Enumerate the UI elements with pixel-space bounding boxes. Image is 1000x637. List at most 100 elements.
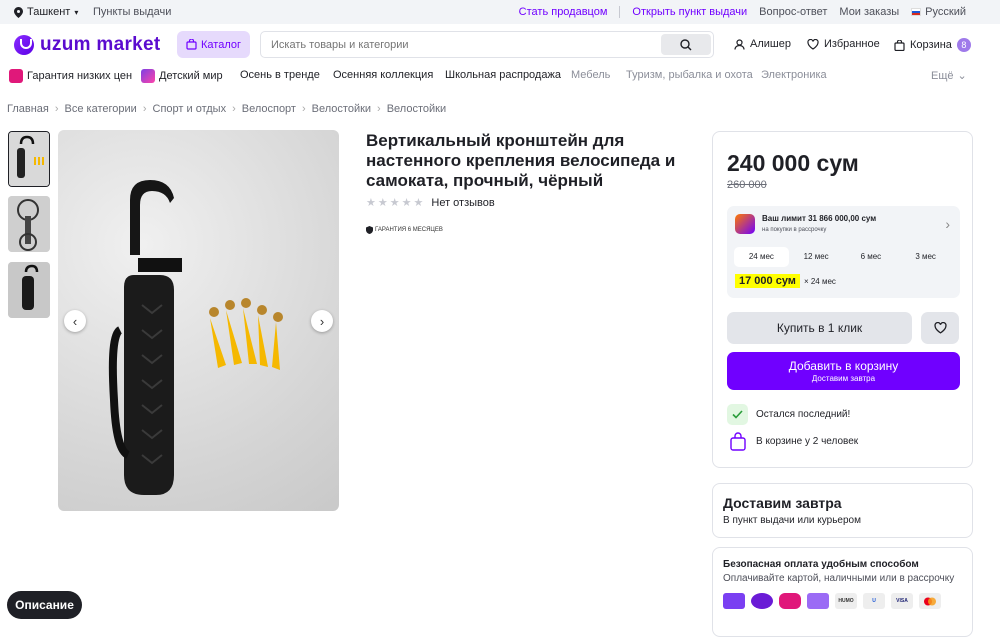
favorites-link[interactable]: Избранное [807, 38, 880, 50]
installment-panel: Ваш лимит 31 866 000,00 сум на покупки в… [727, 206, 960, 298]
uzum-logo-icon [14, 35, 34, 55]
chevron-right-icon[interactable]: › [945, 216, 950, 232]
breadcrumb: Главная › Все категории › Спорт и отдых › В… [7, 103, 446, 115]
breadcrumb-item[interactable]: Спорт и отдых [153, 103, 227, 115]
breadcrumb-item[interactable]: Главная [7, 103, 49, 115]
bike-on-wall-image [8, 196, 50, 252]
breadcrumb-separator: › [377, 103, 381, 115]
language-label: Русский [925, 6, 966, 18]
breadcrumb-separator: › [54, 103, 59, 115]
star-icon: ★ [377, 197, 388, 209]
mastercard-icon [919, 593, 941, 609]
product-main-image [58, 130, 339, 511]
category-tourism[interactable]: Туризм, рыбалка и охота [626, 69, 753, 81]
category-furniture[interactable]: Мебель [571, 69, 610, 81]
bike-hook-image [9, 132, 49, 186]
cart-bag-icon [894, 39, 905, 51]
more-categories-button[interactable]: Ещё ⌄ [931, 69, 967, 83]
category-school-sale[interactable]: Школьная распродажа [445, 69, 561, 81]
divider [619, 6, 621, 18]
stock-status-text: Остался последний! [756, 409, 851, 420]
add-to-favorites-button[interactable] [921, 312, 959, 344]
breadcrumb-item[interactable]: Велоспорт [242, 103, 296, 115]
category-low-price[interactable]: Гарантия низких цен [9, 69, 132, 83]
category-autumn-collection[interactable]: Осенняя коллекция [333, 69, 433, 81]
user-icon [734, 38, 745, 50]
term-tab-12[interactable]: 12 мес [789, 247, 844, 267]
search-input[interactable] [261, 32, 651, 57]
reviews-count: Нет отзывов [431, 196, 495, 209]
rating[interactable]: ★ ★ ★ ★ ★ Нет отзывов [366, 196, 495, 210]
next-image-button[interactable]: › [311, 310, 333, 332]
uzum-nasiya-icon [751, 593, 773, 609]
category-electronics[interactable]: Электроника [761, 69, 827, 81]
search-bar [260, 31, 714, 58]
cart-popularity-text: В корзине у 2 человек [756, 436, 859, 447]
product-thumbnail[interactable] [8, 131, 50, 187]
category-label: Детский мир [159, 70, 223, 82]
term-tab-6[interactable]: 6 мес [844, 247, 899, 267]
payment-subtitle: Оплачивайте картой, наличными или в расс… [723, 573, 955, 584]
monthly-payment: 17 000 сум × 24 мес [735, 274, 836, 288]
price-card: 240 000 сум 260 000 Ваш лимит 31 866 000… [712, 131, 973, 468]
buy-one-click-button[interactable]: Купить в 1 клик [727, 312, 912, 344]
category-kids-world[interactable]: Детский мир [141, 69, 223, 83]
delivery-title: Доставим завтра [723, 495, 842, 511]
product-thumbnail[interactable] [8, 262, 50, 318]
product-thumbnail[interactable] [8, 196, 50, 252]
search-button[interactable] [661, 34, 711, 55]
monthly-term: × 24 мес [803, 276, 836, 286]
limit-subtitle: на покупки в рассрочку [762, 227, 827, 233]
description-button[interactable]: Описание [7, 591, 82, 619]
breadcrumb-separator: › [301, 103, 306, 115]
chevron-right-icon: › [319, 313, 325, 329]
limit-title[interactable]: Ваш лимит 31 866 000,00 сум [762, 214, 876, 223]
cart-count-badge: 8 [956, 38, 971, 52]
language-selector[interactable]: Русский [911, 6, 966, 18]
header: uzum market Каталог Алишер Избранное Кор… [0, 24, 1000, 64]
user-account[interactable]: Алишер [734, 38, 791, 50]
breadcrumb-separator: › [142, 103, 147, 115]
term-tab-24[interactable]: 24 мес [734, 247, 789, 267]
catalog-bag-icon [186, 39, 197, 50]
cart-label: Корзина [910, 39, 952, 51]
breadcrumb-item[interactable]: Велостойки [312, 103, 371, 115]
faq-link[interactable]: Вопрос-ответ [759, 6, 827, 18]
current-price: 240 000 сум [727, 150, 859, 176]
breadcrumb-item[interactable]: Все категории [65, 103, 137, 115]
payment-title: Безопасная оплата удобным способом [723, 559, 919, 570]
visa-icon: VISA [891, 593, 913, 609]
logo[interactable]: uzum market [14, 34, 161, 56]
add-to-cart-label: Добавить в корзину [788, 359, 899, 373]
add-to-cart-button[interactable]: Добавить в корзину Доставим завтра [727, 352, 960, 390]
open-pickup-point-link[interactable]: Открыть пункт выдачи [632, 6, 747, 18]
installment-term-tabs: 24 мес 12 мес 6 мес 3 мес [734, 247, 953, 267]
category-nav: Гарантия низких цен Детский мир Осень в … [0, 64, 1000, 86]
payment-card: Безопасная оплата удобным способом Оплач… [712, 547, 973, 637]
delivery-card: Доставим завтра В пункт выдачи или курье… [712, 483, 973, 538]
chevron-down-icon: ⌄ [957, 70, 967, 82]
become-seller-link[interactable]: Стать продавцом [519, 6, 608, 18]
monthly-amount: 17 000 сум [735, 274, 800, 288]
pickup-points-link[interactable]: Пункты выдачи [93, 6, 171, 18]
my-orders-link[interactable]: Мои заказы [839, 6, 899, 18]
catalog-button[interactable]: Каталог [177, 31, 250, 58]
checkmark-icon [727, 404, 748, 425]
previous-image-button[interactable]: ‹ [64, 310, 86, 332]
payment-methods: HUMO U VISA [723, 593, 941, 609]
uzcard-icon: U [863, 593, 885, 609]
star-icon: ★ [413, 197, 424, 209]
heart-icon [933, 322, 947, 334]
term-tab-3[interactable]: 3 мес [898, 247, 953, 267]
city-selector[interactable]: Ташкент ▾ [14, 6, 78, 18]
wallet-icon [807, 593, 829, 609]
old-price: 260 000 [727, 179, 767, 191]
wall-bike-hook-image [108, 180, 283, 495]
category-autumn-trend[interactable]: Осень в тренде [240, 69, 320, 81]
search-icon [680, 38, 692, 50]
warranty-label: Гарантия 6 месяцев [375, 227, 443, 233]
humo-icon: HUMO [835, 593, 857, 609]
cart-link[interactable]: Корзина 8 [894, 38, 971, 52]
breadcrumb-item[interactable]: Велостойки [387, 103, 446, 115]
russia-flag-icon [911, 8, 922, 16]
